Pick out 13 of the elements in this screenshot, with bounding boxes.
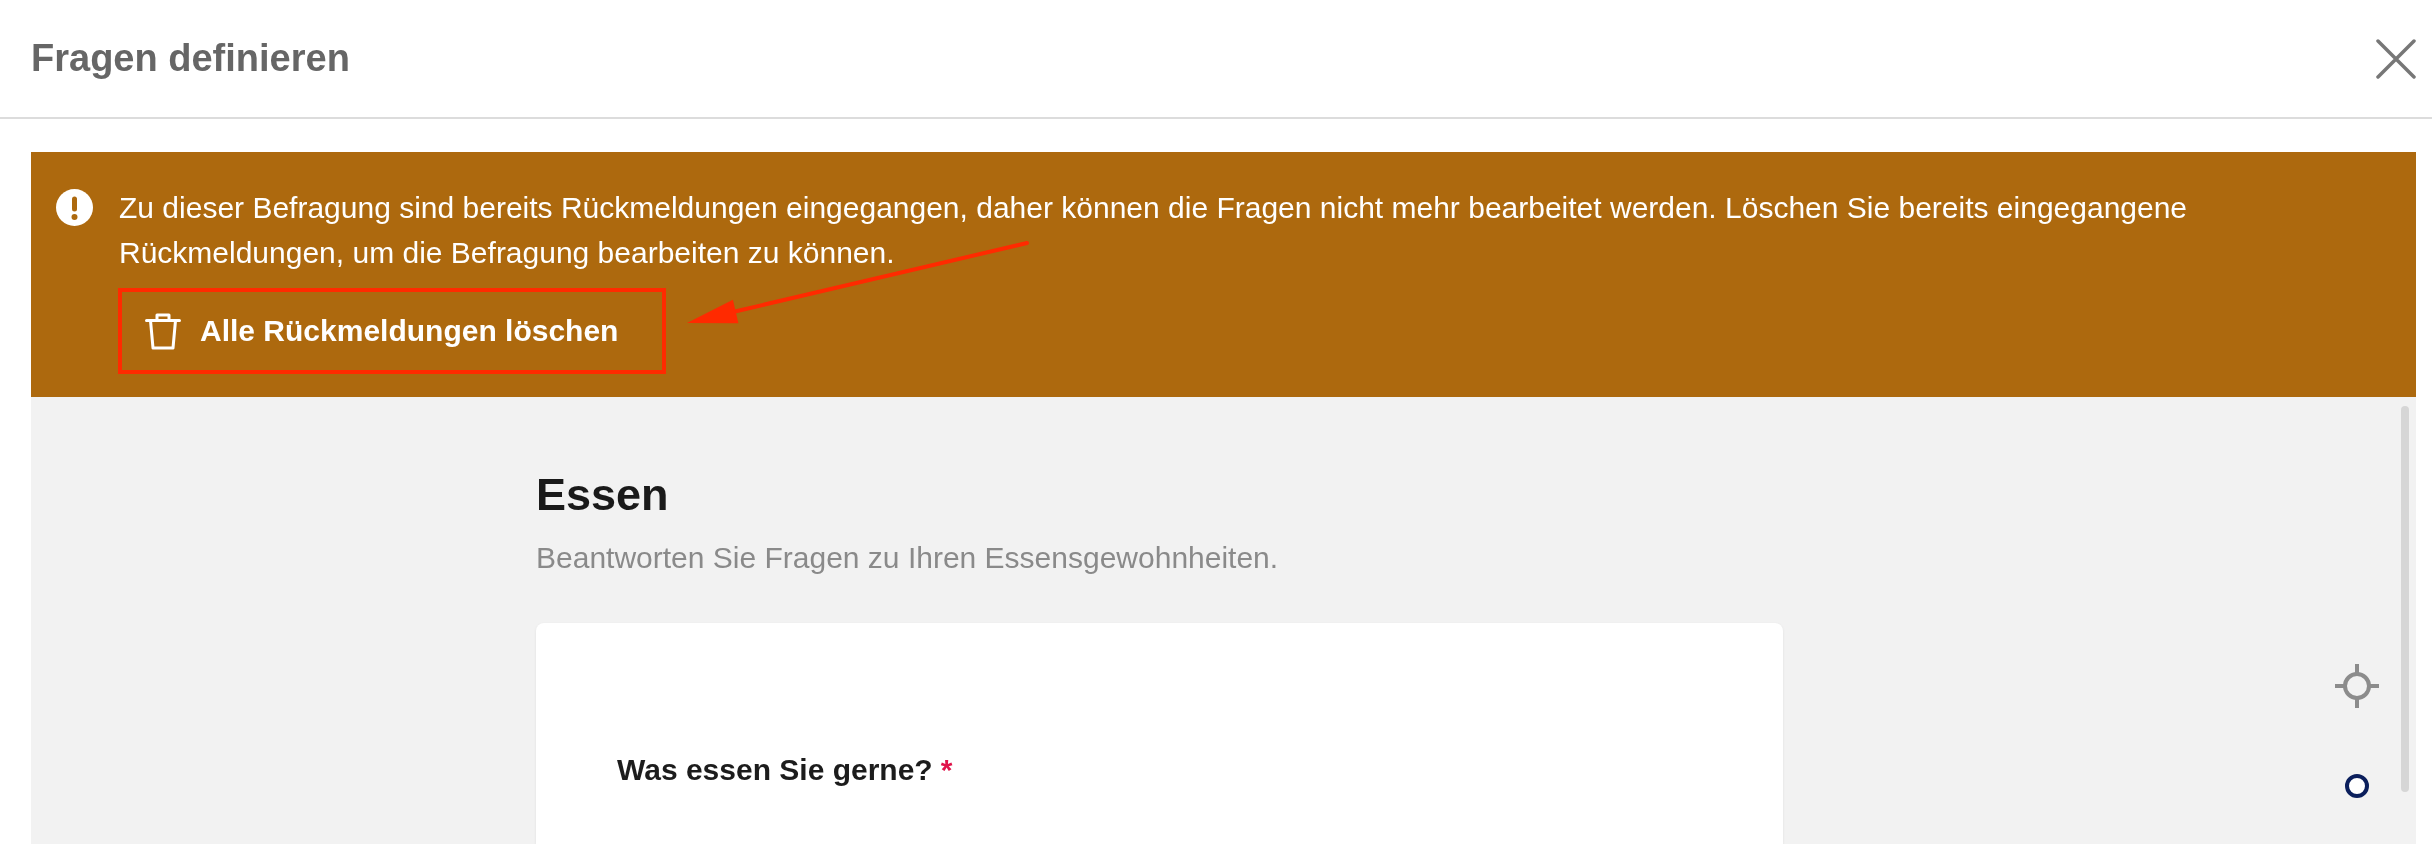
circle-icon[interactable] <box>2345 774 2369 798</box>
warning-icon <box>56 189 93 226</box>
delete-all-button[interactable]: Alle Rückmeldungen löschen <box>118 288 667 374</box>
section-description: Beantworten Sie Fragen zu Ihren Essensgewohnheiten. <box>536 540 1280 576</box>
dialog-title: Fragen definieren <box>31 37 350 80</box>
scrollbar-thumb[interactable] <box>2401 406 2409 792</box>
crosshair-icon[interactable] <box>2335 664 2379 708</box>
close-button[interactable] <box>2376 38 2416 79</box>
section-title: Essen <box>536 468 670 522</box>
notice-message: Zu dieser Befragung sind bereits Rückmeldungen eingegangen, daher können die Fragen nicht mehr bearbeitet werden. Löschen Sie bereits eingegangene Rückmeldungen, um die Befragung bearbeiten zu können. <box>119 190 2189 271</box>
question-label: Was essen Sie gerne? * <box>617 753 953 787</box>
trash-icon <box>145 312 181 350</box>
close-icon <box>2376 38 2416 79</box>
